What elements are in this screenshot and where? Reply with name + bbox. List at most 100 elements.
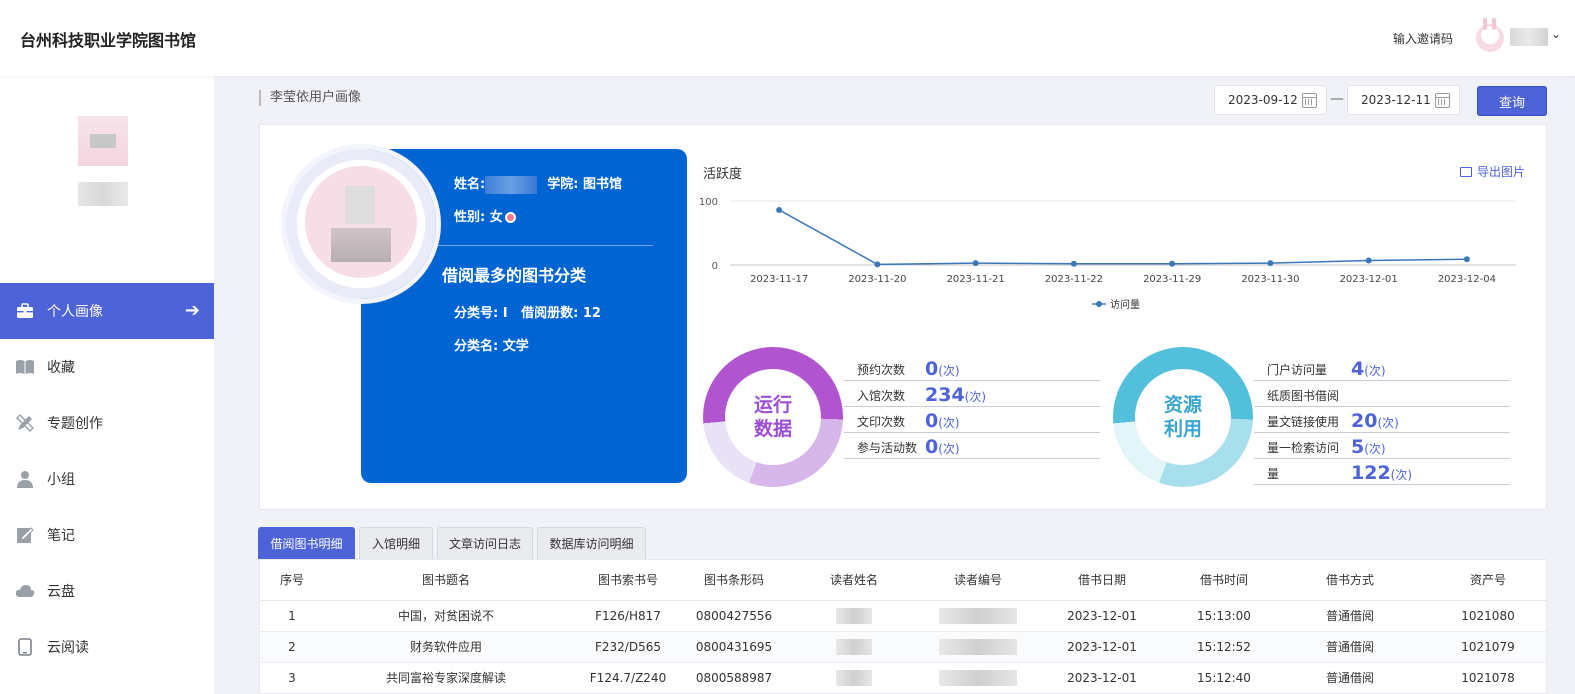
college-value: 图书馆 xyxy=(582,177,622,192)
sidebar-item-notes[interactable]: 笔记 xyxy=(0,507,214,563)
column-header[interactable]: 读者姓名 xyxy=(780,560,928,601)
table-cell: 普通借阅 xyxy=(1272,631,1428,663)
table-cell xyxy=(780,631,928,663)
stat-unit: (次) xyxy=(938,442,960,456)
tab-borrow-details[interactable]: 借阅图书明细 xyxy=(258,527,355,559)
stat-row: 量 122(次) xyxy=(1254,459,1510,485)
start-date-picker[interactable]: 2023-09-12 xyxy=(1214,85,1327,115)
stat-value: 234(次) xyxy=(925,384,986,406)
sidebar-item-cloud-reading[interactable]: 云阅读 xyxy=(0,619,214,675)
sidebar-item-profile[interactable]: 个人画像 ➔ xyxy=(0,283,214,339)
cloud-icon xyxy=(15,581,35,601)
column-header[interactable]: 借书时间 xyxy=(1176,560,1272,601)
sidebar-nav: 个人画像 ➔ 收藏 专题创作 小组 笔记 云盘 云阅读 xyxy=(0,283,214,675)
table-cell: F124.7/Z240 xyxy=(568,662,688,693)
activity-title: 活跃度 xyxy=(703,167,743,182)
table-cell: 1 xyxy=(260,600,324,632)
tab-entry-details[interactable]: 入馆明细 xyxy=(359,527,433,559)
stat-value: 5(次) xyxy=(1351,436,1386,458)
column-header[interactable]: 图书条形码 xyxy=(688,560,780,601)
export-image-button[interactable]: 导出图片 xyxy=(1460,163,1525,180)
stat-row: 参与活动数 0(次) xyxy=(844,433,1100,459)
sidebar-item-label: 小组 xyxy=(47,472,75,488)
gender-row: 性别: 女 xyxy=(454,206,516,225)
table-cell: F126/H817 xyxy=(568,600,688,632)
library-brand[interactable]: 台州科技职业学院图书馆 xyxy=(20,27,196,51)
table-cell: 财务软件应用 xyxy=(324,631,568,663)
table-cell: 2023-12-01 xyxy=(1028,631,1176,663)
tab-article-access-log[interactable]: 文章访问日志 xyxy=(437,527,533,559)
stat-number: 0 xyxy=(925,358,939,380)
operations-donut-center: 运行 数据 xyxy=(725,369,821,465)
reader-name-redacted xyxy=(836,638,872,655)
stat-value: 4(次) xyxy=(1351,358,1386,380)
name-redacted xyxy=(485,175,538,194)
table-cell: 普通借阅 xyxy=(1272,662,1428,693)
resources-title-line2: 利用 xyxy=(1163,418,1202,440)
profile-panel: 姓名: 学院: 图书馆 性别: 女 借阅最多的图书分类 分类号: I 借阅册数: … xyxy=(259,124,1547,510)
sidebar-item-label: 笔记 xyxy=(47,528,75,544)
stat-value: 0(次) xyxy=(925,358,960,380)
profile-avatar xyxy=(305,166,417,278)
operations-title-line2: 数据 xyxy=(753,418,792,440)
column-header[interactable]: 借书日期 xyxy=(1028,560,1176,601)
date-range-separator: — xyxy=(1330,91,1344,107)
tab-database-access-details[interactable]: 数据库访问明细 xyxy=(537,527,646,559)
stat-row: 入馆次数 234(次) xyxy=(844,381,1100,407)
sidebar-item-cloud-disk[interactable]: 云盘 xyxy=(0,563,214,619)
data-point xyxy=(1267,260,1274,267)
stat-label: 量 xyxy=(1267,467,1280,481)
column-header[interactable]: 借书方式 xyxy=(1272,560,1428,601)
sidebar-item-label: 专题创作 xyxy=(47,416,103,432)
x-tick-label: 2023-11-22 xyxy=(1045,274,1103,285)
borrow-count-value: 12 xyxy=(582,306,601,321)
stat-label: 入馆次数 xyxy=(857,389,906,403)
reader-name-redacted xyxy=(836,607,872,624)
table-header: 序号 图书题名 图书索书号 图书条形码 读者姓名 读者编号 借书日期 借书时间 借书方式 资产号 xyxy=(260,560,1546,601)
sidebar-item-label: 云盘 xyxy=(47,584,75,600)
calendar-icon[interactable] xyxy=(1435,93,1450,108)
column-header[interactable]: 图书题名 xyxy=(324,560,568,601)
sidebar: 个人画像 ➔ 收藏 专题创作 小组 笔记 云盘 云阅读 xyxy=(0,76,214,694)
table-cell: 1021078 xyxy=(1428,662,1546,693)
table-cell: 普通借阅 xyxy=(1272,600,1428,632)
sidebar-avatar xyxy=(78,116,128,166)
sidebar-item-topics[interactable]: 专题创作 xyxy=(0,395,214,451)
column-header[interactable]: 资产号 xyxy=(1428,560,1546,601)
stat-unit: (次) xyxy=(938,364,960,378)
table-cell: 3 xyxy=(260,662,324,693)
table-cell: 2023-12-01 xyxy=(1028,662,1176,693)
sidebar-item-favorites[interactable]: 收藏 xyxy=(0,339,214,395)
sidebar-item-groups[interactable]: 小组 xyxy=(0,451,214,507)
table-cell: F232/D565 xyxy=(568,631,688,663)
calendar-icon[interactable] xyxy=(1302,93,1317,108)
table-cell: 15:12:40 xyxy=(1176,662,1272,693)
column-header[interactable]: 序号 xyxy=(260,560,324,601)
user-name-redacted[interactable] xyxy=(1510,28,1548,46)
borrow-details-table: 序号 图书题名 图书索书号 图书条形码 读者姓名 读者编号 借书日期 借书时间 借书方式 资产号 … xyxy=(259,559,1547,694)
table-row[interactable]: 2 财务软件应用 F232/D565 0800431695 2023-12-01 15:1… xyxy=(260,631,1546,663)
stat-label: 门户访问量 xyxy=(1267,363,1328,377)
legend-label: 访问量 xyxy=(1110,298,1140,311)
table-row[interactable]: 1 中国，对贫困说不 F126/H817 0800427556 2023-12-01 15… xyxy=(260,600,1546,632)
query-button[interactable]: 查询 xyxy=(1477,86,1547,116)
end-date-picker[interactable]: 2023-12-11 xyxy=(1347,85,1460,115)
user-avatar[interactable] xyxy=(1476,18,1504,52)
column-header[interactable]: 读者编号 xyxy=(928,560,1028,601)
stat-row: 量文链接使用 20(次) xyxy=(1254,407,1510,433)
column-header[interactable]: 图书索书号 xyxy=(568,560,688,601)
table-cell: 1021079 xyxy=(1428,631,1546,663)
stat-row: 预约次数 0(次) xyxy=(844,355,1100,381)
invite-code-link[interactable]: 输入邀请码 xyxy=(1393,30,1453,47)
chevron-down-icon[interactable]: ⌄ xyxy=(1551,27,1561,41)
y-tick-label: 0 xyxy=(712,261,718,272)
category-code-value: I xyxy=(502,306,508,321)
table-row[interactable]: 3 共同富裕专家深度解读 F124.7/Z240 0800588987 2023-12-… xyxy=(260,662,1546,693)
category-code-row: 分类号: I 借阅册数: 12 xyxy=(454,302,601,321)
x-tick-label: 2023-11-29 xyxy=(1143,274,1201,285)
stat-number: 4 xyxy=(1351,358,1365,380)
stat-label: 预约次数 xyxy=(857,363,906,377)
category-name-row: 分类名: 文学 xyxy=(454,335,529,354)
table-cell: 2 xyxy=(260,631,324,663)
resources-donut-center: 资源 利用 xyxy=(1135,369,1231,465)
